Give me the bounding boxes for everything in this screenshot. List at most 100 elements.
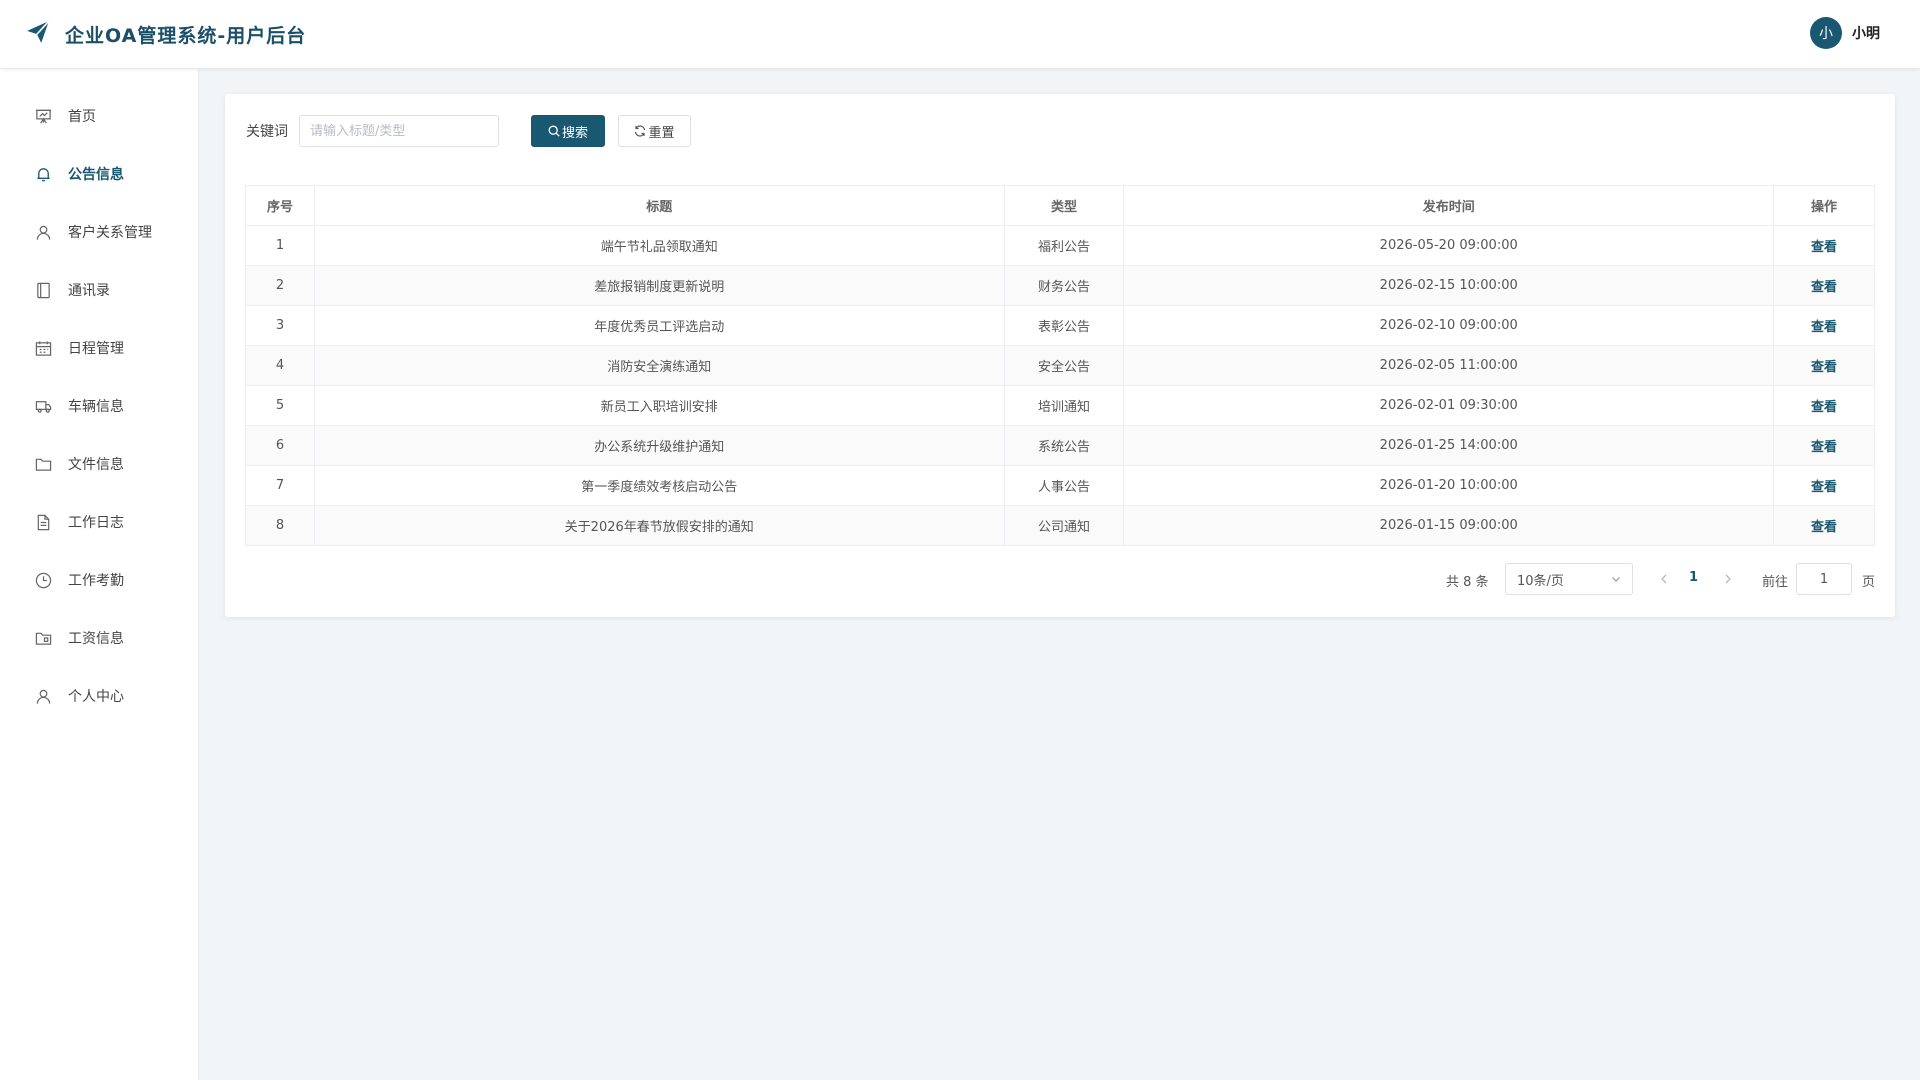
cell-action: 查看 [1773,345,1875,386]
table-row: 8 关于2026年春节放假安排的通知 公司通知 2026-01-15 09:00… [245,505,1875,546]
view-link[interactable]: 查看 [1811,440,1837,455]
reset-button[interactable]: 重置 [618,115,691,147]
app-title: 企业OA管理系统-用户后台 [65,24,307,47]
table-row: 1 端午节礼品领取通知 福利公告 2026-05-20 09:00:00 查看 [245,225,1875,266]
sidebar-item-schedule[interactable]: 日程管理 [0,326,199,370]
sidebar-item-label: 通讯录 [68,283,110,299]
cell-type: 福利公告 [1003,225,1125,266]
sidebar-item-label: 文件信息 [68,457,124,473]
calendar-icon [34,339,52,357]
table-header-row: 序号 标题 类型 发布时间 操作 [245,185,1875,226]
view-link[interactable]: 查看 [1811,320,1837,335]
sidebar-item-announcements[interactable]: 公告信息 [0,152,199,196]
cell-time: 2026-01-25 14:00:00 [1123,425,1775,466]
page-suffix: 页 [1862,575,1876,590]
clock-icon [34,571,52,589]
cell-time: 2026-01-15 09:00:00 [1123,505,1775,546]
folder-icon [34,455,52,473]
chevron-left-icon [1661,574,1667,584]
cell-type: 人事公告 [1003,465,1125,506]
view-link[interactable]: 查看 [1811,520,1837,535]
sidebar-item-attendance[interactable]: 工作考勤 [0,558,199,602]
view-link[interactable]: 查看 [1811,280,1837,295]
cell-index: 1 [245,225,315,266]
pagination: 共 8 条 10条/页 1 前往 页 [225,563,1895,595]
sidebar-item-label: 首页 [68,109,96,125]
cell-index: 7 [245,465,315,506]
cell-time: 2026-02-01 09:30:00 [1123,385,1775,426]
cell-action: 查看 [1773,265,1875,306]
sidebar-item-files[interactable]: 文件信息 [0,442,199,486]
sidebar-item-salary[interactable]: 工资信息 [0,616,199,660]
top-header: 企业OA管理系统-用户后台 小 小明 [0,0,1920,69]
next-page-button[interactable] [1721,571,1735,587]
username[interactable]: 小明 [1852,23,1880,43]
presentation-icon [34,107,52,125]
view-link[interactable]: 查看 [1811,360,1837,375]
sidebar-item-label: 工作日志 [68,515,124,531]
sidebar-item-label: 工作考勤 [68,573,124,589]
view-link[interactable]: 查看 [1811,480,1837,495]
sidebar-item-label: 车辆信息 [68,399,124,415]
total-count: 共 8 条 [1446,575,1489,590]
cell-action: 查看 [1773,425,1875,466]
column-header-type: 类型 [1003,185,1125,226]
cell-index: 5 [245,385,315,426]
cell-title: 端午节礼品领取通知 [313,225,1005,266]
view-link[interactable]: 查看 [1811,400,1837,415]
page-size-select[interactable]: 10条/页 [1505,563,1633,595]
keyword-search-input[interactable] [299,115,499,147]
sidebar-item-label: 工资信息 [68,631,124,647]
column-header-action: 操作 [1773,185,1875,226]
cell-type: 财务公告 [1003,265,1125,306]
page-number-current[interactable]: 1 [1689,570,1698,585]
cell-action: 查看 [1773,465,1875,506]
prev-page-button[interactable] [1657,571,1671,587]
cell-title: 差旅报销制度更新说明 [313,265,1005,306]
cell-action: 查看 [1773,505,1875,546]
table-row: 6 办公系统升级维护通知 系统公告 2026-01-25 14:00:00 查看 [245,425,1875,466]
goto-page-input[interactable] [1796,563,1852,595]
cell-type: 安全公告 [1003,345,1125,386]
cell-action: 查看 [1773,385,1875,426]
reset-button-label: 重置 [648,125,675,141]
keyword-label: 关键词 [246,124,288,140]
table-row: 5 新员工入职培训安排 培训通知 2026-02-01 09:30:00 查看 [245,385,1875,426]
cell-index: 8 [245,505,315,546]
notebook-icon [34,281,52,299]
folder-money-icon [34,629,52,647]
sidebar-item-worklog[interactable]: 工作日志 [0,500,199,544]
cell-type: 公司通知 [1003,505,1125,546]
cell-time: 2026-02-15 10:00:00 [1123,265,1775,306]
sidebar-item-crm[interactable]: 客户关系管理 [0,210,199,254]
avatar[interactable]: 小 [1810,17,1842,49]
goto-label: 前往 [1762,575,1789,590]
view-link[interactable]: 查看 [1811,240,1837,255]
sidebar-item-label: 日程管理 [68,341,124,357]
paper-plane-icon [25,19,51,49]
user-menu[interactable]: 小 小明 [1810,17,1880,49]
column-header-time: 发布时间 [1123,185,1775,226]
sidebar-item-label: 个人中心 [68,689,124,705]
sidebar-item-vehicles[interactable]: 车辆信息 [0,384,199,428]
sidebar-item-profile[interactable]: 个人中心 [0,674,199,718]
cell-action: 查看 [1773,225,1875,266]
user-icon [34,223,52,241]
cell-index: 4 [245,345,315,386]
truck-icon [34,397,52,415]
table-row: 2 差旅报销制度更新说明 财务公告 2026-02-15 10:00:00 查看 [245,265,1875,306]
announcement-table: 序号 标题 类型 发布时间 操作 1 端午节礼品领取通知 福利公告 2026-0… [245,185,1875,546]
table-row: 7 第一季度绩效考核启动公告 人事公告 2026-01-20 10:00:00 … [245,465,1875,506]
document-icon [34,513,52,531]
bell-icon [34,165,52,183]
chevron-right-icon [1725,574,1731,584]
chevron-down-icon [1610,573,1622,585]
page-size-value: 10条/页 [1517,573,1564,589]
sidebar-item-contacts[interactable]: 通讯录 [0,268,199,312]
sidebar-item-home[interactable]: 首页 [0,94,199,138]
cell-time: 2026-02-10 09:00:00 [1123,305,1775,346]
search-button[interactable]: 搜索 [531,115,605,147]
table-row: 3 年度优秀员工评选启动 表彰公告 2026-02-10 09:00:00 查看 [245,305,1875,346]
cell-title: 消防安全演练通知 [313,345,1005,386]
cell-index: 3 [245,305,315,346]
